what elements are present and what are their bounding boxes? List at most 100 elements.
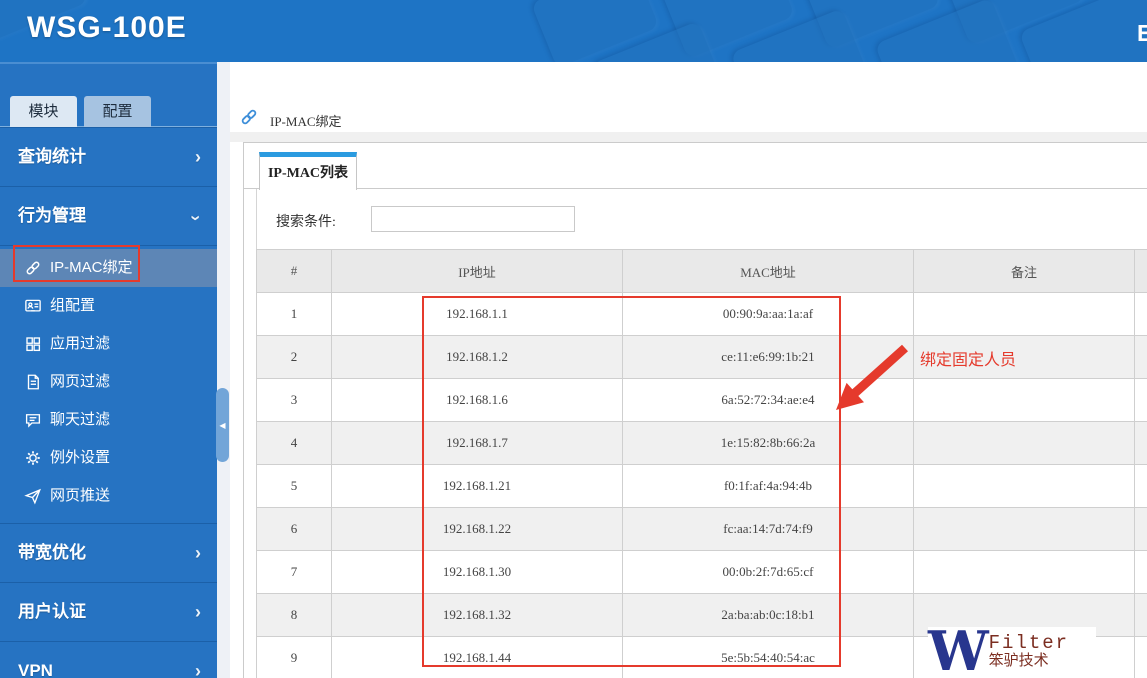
- sidebar-item-app-filter[interactable]: 应用过滤: [0, 325, 217, 363]
- sidebar-item-group-config[interactable]: 组配置: [0, 287, 217, 325]
- sidebar-item-behavior-mgmt[interactable]: 行为管理 ›: [0, 186, 217, 245]
- chevron-right-icon: ›: [195, 602, 201, 622]
- cell-ip: 192.168.1.6: [331, 378, 623, 422]
- menu-label: 行为管理: [18, 206, 86, 225]
- table-row: 6 192.168.1.22 fc:aa:14:7d:74:f9: [256, 507, 1147, 551]
- document-icon: [24, 373, 42, 391]
- cell-extra: [1134, 292, 1147, 336]
- sidebar-item-web-filter[interactable]: 网页过滤: [0, 363, 217, 401]
- sidebar-item-chat-filter[interactable]: 聊天过滤: [0, 401, 217, 439]
- col-header-ip: IP地址: [331, 249, 623, 293]
- breadcrumb-title: IP-MAC绑定: [270, 114, 342, 129]
- top-header-bar: WSG-100E E: [0, 0, 1147, 62]
- chain-link-icon: [24, 259, 42, 277]
- cell-extra: [1134, 636, 1147, 678]
- sidebar-item-ip-mac-binding[interactable]: IP-MAC绑定: [0, 249, 217, 287]
- panel-tabstrip: IP-MAC列表: [244, 143, 1147, 190]
- table-row: 4 192.168.1.7 1e:15:82:8b:66:2a: [256, 421, 1147, 465]
- sidebar-tabbar: 模块 配置: [0, 64, 217, 127]
- search-input[interactable]: [371, 206, 575, 232]
- watermark-text-column: Filter 笨驴技术: [987, 627, 1069, 678]
- app-title: WSG-100E: [27, 11, 187, 44]
- cell-index: 9: [256, 636, 332, 678]
- sidebar-item-vpn[interactable]: VPN ›: [0, 641, 217, 678]
- col-header-mac: MAC地址: [622, 249, 914, 293]
- ip-mac-table-wrap: # IP地址 MAC地址 备注 1 192.168.1.1 00:90:9a:aa:…: [256, 249, 1147, 678]
- cell-mac: 6a:52:72:34:ae:e4: [622, 378, 914, 422]
- col-header-note: 备注: [913, 249, 1135, 293]
- cell-extra: [1134, 550, 1147, 594]
- behavior-submenu: IP-MAC绑定 组配置 应用过滤 网页过滤 聊天过滤 例外设置 网页推送: [0, 245, 217, 523]
- chevron-right-icon: ›: [195, 543, 201, 563]
- submenu-label: 网页过滤: [50, 373, 111, 390]
- col-header-index: #: [256, 249, 332, 293]
- search-row: 搜索条件:: [257, 189, 1147, 249]
- sidebar-item-query-stats[interactable]: 查询统计 ›: [0, 127, 217, 186]
- cell-index: 1: [256, 292, 332, 336]
- panel-background-strip: [230, 132, 1147, 142]
- paper-plane-icon: [24, 487, 42, 505]
- cell-note: [913, 378, 1135, 422]
- panel-inner-frame: 搜索条件: # IP地址 MAC地址 备注 1 192.168.1.1 00:9…: [256, 189, 1147, 678]
- sidebar-item-bandwidth-opt[interactable]: 带宽优化 ›: [0, 523, 217, 582]
- table-row: 2 192.168.1.2 ce:11:e6:99:1b:21: [256, 335, 1147, 379]
- sidebar-item-exception-settings[interactable]: 例外设置: [0, 439, 217, 477]
- sidebar-collapse-handle[interactable]: ◀: [216, 388, 229, 462]
- cell-note: [913, 335, 1135, 379]
- ip-mac-panel: IP-MAC列表 搜索条件: # IP地址 MAC地址 备注 1 192.168…: [243, 142, 1147, 678]
- cell-ip: 192.168.1.22: [331, 507, 623, 551]
- submenu-label: 组配置: [50, 297, 96, 314]
- submenu-label: 应用过滤: [50, 335, 111, 352]
- cell-index: 4: [256, 421, 332, 465]
- submenu-label: 例外设置: [50, 449, 111, 466]
- table-header-row: # IP地址 MAC地址 备注: [256, 249, 1147, 293]
- chat-bubble-icon: [24, 411, 42, 429]
- cell-mac: 00:90:9a:aa:1a:af: [622, 292, 914, 336]
- cell-index: 2: [256, 335, 332, 379]
- menu-label: 带宽优化: [18, 543, 86, 562]
- cell-extra: [1134, 507, 1147, 551]
- table-row: 5 192.168.1.21 f0:1f:af:4a:94:4b: [256, 464, 1147, 508]
- app-window: WSG-100E E 模块 配置 查询统计 › 行为管理 › IP-MAC绑定: [0, 0, 1147, 678]
- ip-mac-table: # IP地址 MAC地址 备注 1 192.168.1.1 00:90:9a:aa:…: [256, 249, 1147, 678]
- cell-note: [913, 421, 1135, 465]
- cell-note: [913, 292, 1135, 336]
- search-label: 搜索条件:: [276, 215, 336, 230]
- cell-mac: 1e:15:82:8b:66:2a: [622, 421, 914, 465]
- submenu-label: 网页推送: [50, 487, 111, 504]
- chain-link-icon: [239, 107, 259, 127]
- id-card-icon: [24, 297, 42, 315]
- watermark-brand: Filter: [988, 632, 1070, 654]
- cell-ip: 192.168.1.2: [331, 335, 623, 379]
- main-content: IP-MAC绑定 IP-MAC列表 搜索条件: # IP地址 MAC地址 备注 …: [230, 62, 1147, 678]
- sidebar: 模块 配置 查询统计 › 行为管理 › IP-MAC绑定 组配置 应用过滤 网页…: [0, 62, 217, 678]
- cell-ip: 192.168.1.30: [331, 550, 623, 594]
- wfilter-logo: W: [928, 619, 989, 678]
- collapse-left-icon: ◀: [219, 420, 226, 430]
- cell-index: 7: [256, 550, 332, 594]
- tab-ip-mac-list[interactable]: IP-MAC列表: [259, 152, 357, 190]
- tab-modules[interactable]: 模块: [10, 96, 77, 127]
- wfilter-watermark: W Filter 笨驴技术: [928, 619, 1096, 678]
- cell-index: 6: [256, 507, 332, 551]
- cell-index: 8: [256, 593, 332, 637]
- chevron-right-icon: ›: [195, 661, 201, 678]
- cell-mac: 5e:5b:54:40:54:ac: [622, 636, 914, 678]
- cell-mac: fc:aa:14:7d:74:f9: [622, 507, 914, 551]
- cell-mac: ce:11:e6:99:1b:21: [622, 335, 914, 379]
- menu-label: 用户认证: [18, 602, 86, 621]
- cell-ip: 192.168.1.32: [331, 593, 623, 637]
- sidebar-item-user-auth[interactable]: 用户认证 ›: [0, 582, 217, 641]
- cell-extra: [1134, 421, 1147, 465]
- header-clipped-text: E: [1137, 20, 1147, 46]
- cell-mac: 2a:ba:ab:0c:18:b1: [622, 593, 914, 637]
- chevron-down-icon: ›: [186, 215, 206, 221]
- menu-label: VPN: [18, 661, 53, 678]
- cell-extra: [1134, 593, 1147, 637]
- cell-ip: 192.168.1.7: [331, 421, 623, 465]
- menu-label: 查询统计: [18, 147, 86, 166]
- tab-config[interactable]: 配置: [84, 96, 151, 127]
- cell-ip: 192.168.1.44: [331, 636, 623, 678]
- sidebar-item-web-push[interactable]: 网页推送: [0, 477, 217, 515]
- cell-extra: [1134, 464, 1147, 508]
